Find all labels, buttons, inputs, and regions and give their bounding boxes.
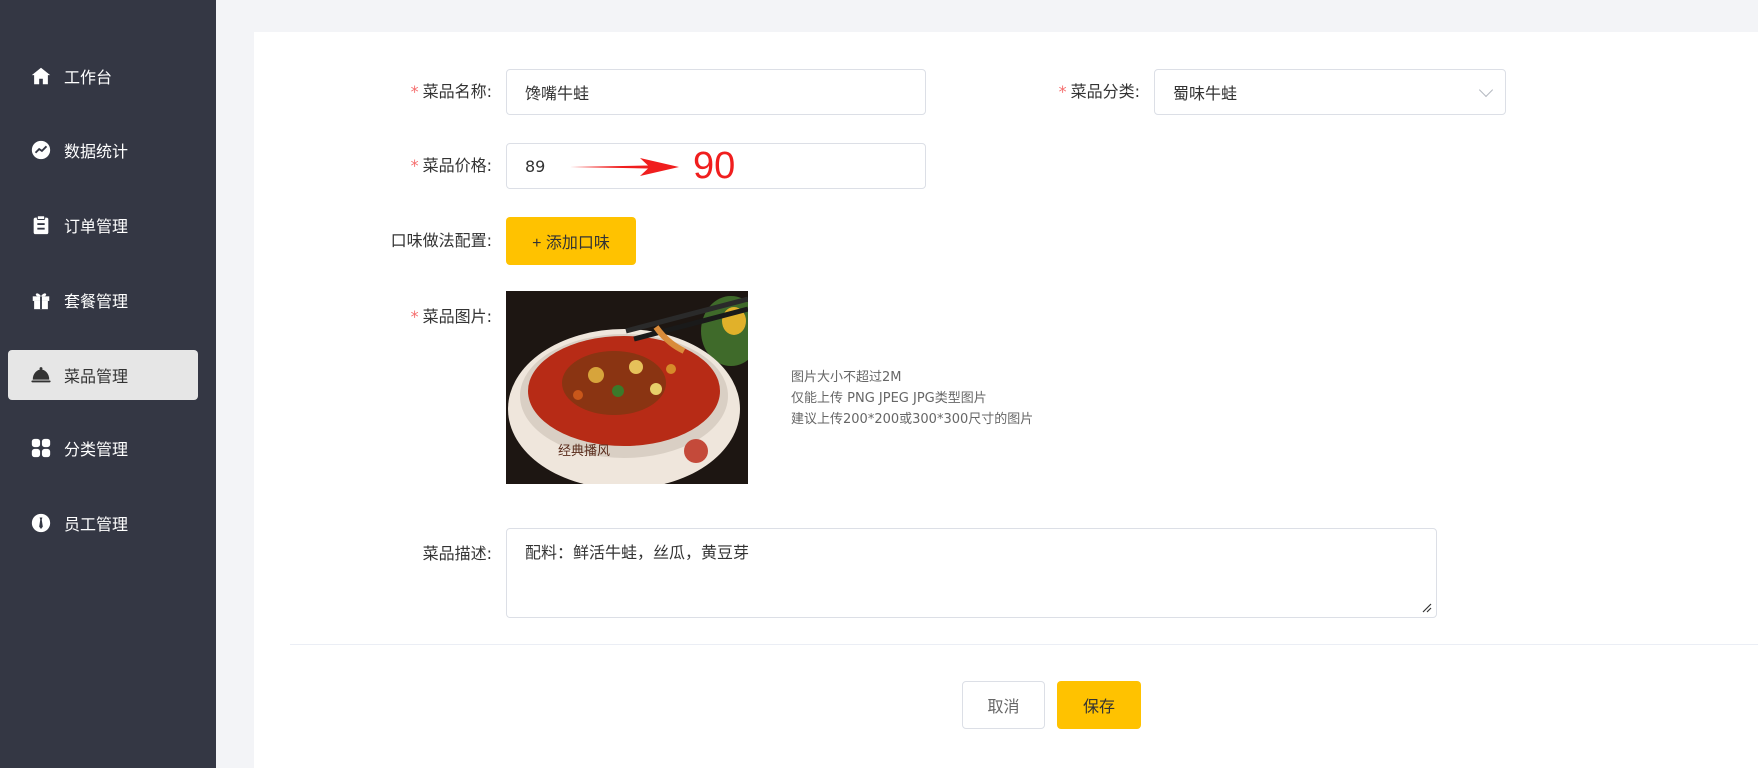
sidebar-item-label: 数据统计 (64, 142, 129, 161)
sidebar-item-categories[interactable]: 分类管理 (8, 423, 198, 473)
grid-icon (30, 437, 52, 459)
home-icon (30, 65, 52, 87)
sidebar-item-label: 订单管理 (64, 217, 129, 236)
cancel-button[interactable]: 取消 (962, 681, 1045, 729)
svg-text:经典播风: 经典播风 (558, 443, 610, 458)
sidebar-item-label: 员工管理 (64, 515, 129, 534)
gift-icon (30, 289, 52, 311)
dish-image[interactable]: 经典播风 (506, 291, 748, 484)
sidebar-item-orders[interactable]: 订单管理 (8, 200, 198, 250)
sidebar-item-label: 分类管理 (64, 440, 129, 459)
sidebar-item-label: 套餐管理 (64, 292, 129, 311)
dish-category-label: * 菜品分类: (1058, 82, 1140, 101)
sidebar-item-workbench[interactable]: 工作台 (8, 51, 198, 101)
sidebar-item-dishes[interactable]: 菜品管理 (8, 350, 198, 400)
sidebar-item-employees[interactable]: 员工管理 (8, 498, 198, 548)
sidebar: 工作台 数据统计 订单管理 套餐管理 菜品管理 分类管理 员工管理 (0, 0, 216, 768)
annotation-new-price: 90 (693, 145, 736, 187)
resize-handle-icon[interactable] (1420, 601, 1432, 613)
divider (290, 644, 1758, 645)
cloche-icon (30, 364, 52, 386)
dish-desc-label: 菜品描述: (422, 544, 492, 563)
dish-name-label: * 菜品名称: (410, 82, 492, 101)
dish-price-label: * 菜品价格: (410, 156, 492, 175)
save-button[interactable]: 保存 (1057, 681, 1141, 729)
image-upload-hints: 图片大小不超过2M 仅能上传 PNG JPEG JPG类型图片 建议上传200*… (791, 370, 1034, 427)
chevron-down-icon (1478, 82, 1494, 98)
add-flavor-button[interactable]: + 添加口味 (506, 217, 636, 265)
sidebar-item-statistics[interactable]: 数据统计 (8, 125, 198, 175)
annotation-arrow-icon (570, 158, 679, 176)
flavor-config-label: 口味做法配置: (390, 231, 492, 250)
dish-name-input[interactable]: 馋嘴牛蛙 (506, 69, 926, 115)
clipboard-icon (30, 214, 52, 236)
sidebar-item-label: 工作台 (64, 68, 113, 87)
sidebar-item-label: 菜品管理 (64, 367, 129, 386)
dish-category-select[interactable]: 蜀味牛蛙 (1154, 69, 1506, 115)
dish-image-label: * 菜品图片: (410, 307, 492, 326)
tie-icon (30, 512, 52, 534)
sidebar-item-combos[interactable]: 套餐管理 (8, 275, 198, 325)
dish-desc-textarea[interactable]: 配料：鲜活牛蛙，丝瓜，黄豆芽 (506, 528, 1437, 618)
dish-photo: 经典播风 (506, 291, 748, 484)
chart-icon (30, 139, 52, 161)
